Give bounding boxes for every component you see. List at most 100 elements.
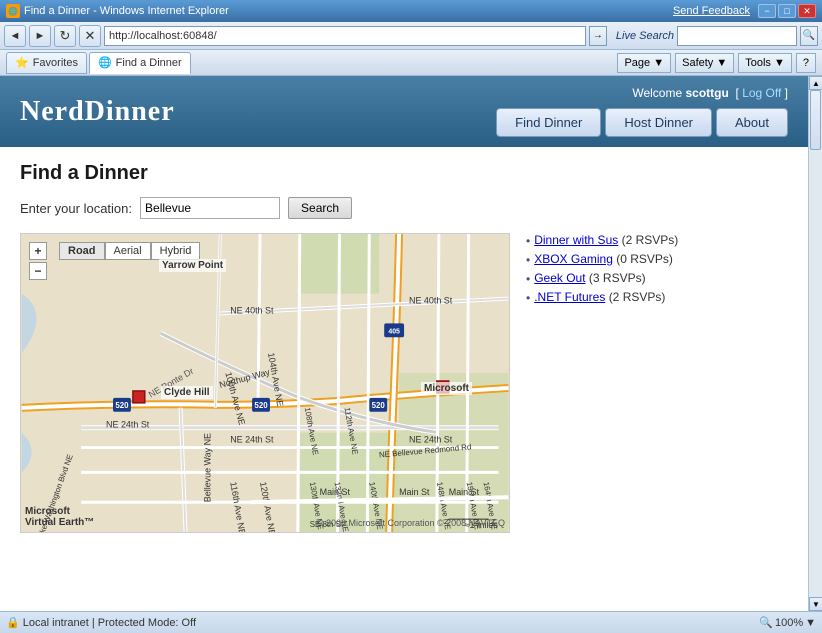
zoom-icon: 🔍: [759, 616, 773, 629]
page-content: NerdDinner Welcome scottgu [ Log Off ] F…: [0, 76, 808, 576]
tools-menu[interactable]: Tools ▼: [738, 53, 792, 73]
page-menu[interactable]: Page ▼: [617, 53, 671, 73]
address-bar[interactable]: [104, 26, 586, 46]
dinner-link-2[interactable]: XBOX Gaming: [534, 252, 613, 266]
map-label-bellevue: Bellevue: [231, 529, 290, 532]
header-right: Welcome scottgu [ Log Off ] Find Dinner …: [496, 86, 788, 137]
safety-menu[interactable]: Safety ▼: [675, 53, 734, 73]
results-list: • Dinner with Sus (2 RSVPs) • XBOX Gamin…: [526, 233, 788, 309]
help-button[interactable]: ?: [796, 53, 816, 73]
refresh-button[interactable]: ↻: [54, 25, 76, 47]
ie-icon: 🌐: [6, 4, 20, 18]
map-label-yarrow: Yarrow Point: [159, 259, 226, 272]
username: scottgu: [686, 86, 729, 100]
scrollbar[interactable]: ▲ ▼: [808, 76, 822, 611]
svg-text:520: 520: [254, 401, 268, 410]
about-button[interactable]: About: [716, 108, 788, 137]
map-type-road[interactable]: Road: [59, 242, 105, 260]
status-text: 🔒 Local intranet | Protected Mode: Off: [6, 616, 759, 629]
scroll-thumb[interactable]: [810, 90, 821, 150]
search-label: Enter your location:: [20, 201, 132, 216]
zoom-out-button[interactable]: −: [29, 262, 47, 280]
active-tab[interactable]: 🌐 Find a Dinner: [89, 52, 191, 74]
svg-text:Bellevue Way NE: Bellevue Way NE: [202, 433, 212, 502]
svg-text:NE 40th St: NE 40th St: [409, 296, 453, 306]
bullet-icon: •: [526, 234, 530, 248]
menu-bar-right: Page ▼ Safety ▼ Tools ▼ ?: [617, 53, 816, 73]
map-background: 520 520 520 405 NE Ponte Dr: [21, 234, 509, 532]
window-title: Find a Dinner - Windows Internet Explore…: [24, 5, 229, 17]
svg-text:NE 40th St: NE 40th St: [230, 305, 274, 315]
map-type-aerial[interactable]: Aerial: [105, 242, 151, 260]
svg-text:Main St: Main St: [449, 487, 480, 497]
list-item: • Geek Out (3 RSVPs): [526, 271, 788, 286]
go-button[interactable]: →: [589, 26, 607, 46]
svg-text:Main St: Main St: [320, 487, 351, 497]
back-button[interactable]: ◄: [4, 25, 26, 47]
dinner-link-3[interactable]: Geek Out: [534, 271, 585, 285]
rsvp-1: (2 RSVPs): [622, 233, 679, 247]
svg-text:NE 24th St: NE 24th St: [106, 420, 150, 430]
rsvp-3: (3 RSVPs): [589, 271, 646, 285]
dinner-link-4[interactable]: .NET Futures: [534, 290, 605, 304]
svg-text:520: 520: [115, 401, 129, 410]
scroll-down-button[interactable]: ▼: [809, 597, 822, 611]
svg-text:Main St: Main St: [399, 487, 430, 497]
log-off-link[interactable]: Log Off: [742, 86, 781, 100]
list-item: • Dinner with Sus (2 RSVPs): [526, 233, 788, 248]
map-type-hybrid[interactable]: Hybrid: [151, 242, 201, 260]
map-label-clyde-hill: Clyde Hill: [161, 386, 213, 399]
window-controls: − □ ✕: [758, 4, 816, 18]
bullet-icon: •: [526, 253, 530, 267]
send-feedback-link[interactable]: Send Feedback: [673, 5, 750, 17]
title-bar: 🌐 Find a Dinner - Windows Internet Explo…: [0, 0, 822, 22]
navigation-toolbar: ◄ ► ↻ ✕ → Live Search 🔍: [0, 22, 822, 50]
site-logo: NerdDinner: [20, 96, 175, 128]
bullet-icon: •: [526, 291, 530, 305]
search-form: Enter your location: Search: [20, 197, 788, 219]
page-area: NerdDinner Welcome scottgu [ Log Off ] F…: [0, 76, 808, 611]
scroll-up-button[interactable]: ▲: [809, 76, 822, 90]
stop-button[interactable]: ✕: [79, 25, 101, 47]
close-button[interactable]: ✕: [798, 4, 816, 18]
star-icon: ⭐: [15, 56, 29, 69]
browser-content: NerdDinner Welcome scottgu [ Log Off ] F…: [0, 76, 822, 611]
title-bar-left: 🌐 Find a Dinner - Windows Internet Explo…: [6, 4, 229, 18]
zoom-control[interactable]: 🔍 100% ▼: [759, 616, 816, 629]
ie-tab-icon: 🌐: [98, 56, 112, 69]
map-branding: MicrosoftVirtual Earth™: [25, 506, 94, 528]
minimize-button[interactable]: −: [758, 4, 776, 18]
bullet-icon: •: [526, 272, 530, 286]
search-section: Live Search 🔍: [616, 26, 818, 46]
svg-text:405: 405: [388, 328, 400, 335]
live-search-button[interactable]: 🔍: [800, 26, 818, 46]
svg-text:NE 24th St: NE 24th St: [409, 435, 453, 445]
page-title: Find a Dinner: [20, 162, 788, 185]
maximize-button[interactable]: □: [778, 4, 796, 18]
svg-text:NE 24th St: NE 24th St: [230, 435, 274, 445]
nav-buttons: Find Dinner Host Dinner About: [496, 108, 788, 137]
zoom-chevron: ▼: [805, 617, 816, 629]
host-dinner-button[interactable]: Host Dinner: [605, 108, 712, 137]
rsvp-4: (2 RSVPs): [609, 290, 666, 304]
location-input[interactable]: [140, 197, 280, 219]
map-label-microsoft: Microsoft: [421, 382, 472, 395]
menu-bar: ⭐ Favorites 🌐 Find a Dinner Page ▼ Safet…: [0, 50, 822, 76]
map-copyright: © 2008 Microsoft Corporation © 2008 NAVT…: [317, 518, 505, 528]
dinner-link-1[interactable]: Dinner with Sus: [534, 233, 618, 247]
find-dinner-button[interactable]: Find Dinner: [496, 108, 601, 137]
live-search-input[interactable]: [677, 26, 797, 46]
map-zoom-controls: + −: [29, 242, 47, 280]
status-right: 🔍 100% ▼: [759, 616, 816, 629]
list-item: • XBOX Gaming (0 RSVPs): [526, 252, 788, 267]
map-container[interactable]: 520 520 520 405 NE Ponte Dr: [20, 233, 510, 533]
welcome-text: Welcome scottgu [ Log Off ]: [632, 86, 788, 100]
search-button[interactable]: Search: [288, 197, 352, 219]
favorites-button[interactable]: ⭐ Favorites: [6, 52, 87, 74]
main-content: Find a Dinner Enter your location: Searc…: [0, 147, 808, 548]
map-type-buttons: Road Aerial Hybrid: [59, 242, 200, 260]
live-search-logo: Live Search: [616, 30, 674, 42]
forward-button[interactable]: ►: [29, 25, 51, 47]
zoom-in-button[interactable]: +: [29, 242, 47, 260]
map-results-container: 520 520 520 405 NE Ponte Dr: [20, 233, 788, 533]
